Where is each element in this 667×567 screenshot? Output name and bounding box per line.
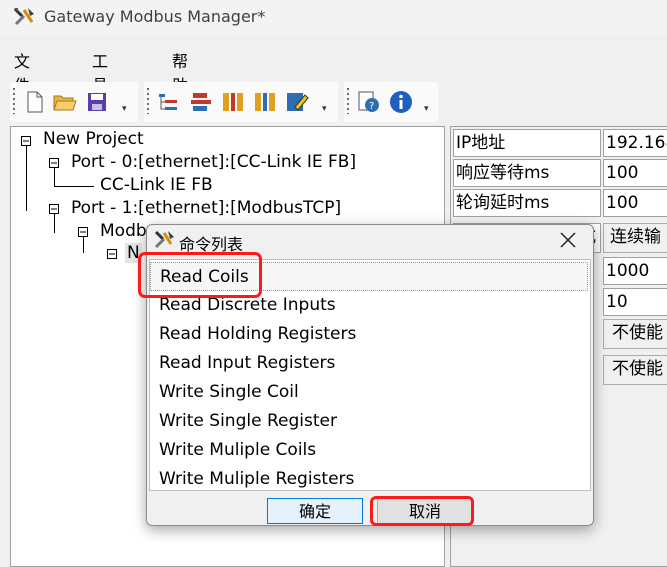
command-item[interactable]: Write Single Register bbox=[150, 407, 588, 436]
property-label: 响应等待ms bbox=[453, 159, 601, 187]
tools-app-icon bbox=[154, 230, 174, 249]
ok-button[interactable]: 确定 bbox=[267, 498, 363, 524]
tree-item-project[interactable]: New Project bbox=[43, 129, 144, 149]
save-icon[interactable] bbox=[84, 89, 110, 115]
command-item[interactable]: Read Input Registers bbox=[150, 349, 588, 378]
svg-text:?: ? bbox=[369, 101, 374, 112]
command-item[interactable]: Write Single Coil bbox=[150, 378, 588, 407]
value-field[interactable]: 1000 bbox=[603, 257, 667, 285]
tree-connector bbox=[54, 186, 94, 187]
command-item[interactable]: Read Holding Registers bbox=[150, 320, 588, 349]
command-item[interactable]: Write Muliple Registers bbox=[150, 465, 588, 494]
annotation-highlight bbox=[370, 496, 474, 526]
toolbar-grip[interactable] bbox=[13, 88, 15, 114]
collapse-icon[interactable] bbox=[107, 249, 117, 259]
response-wait-field[interactable]: 100 bbox=[603, 159, 667, 187]
window-title: Gateway Modbus Manager* bbox=[44, 7, 266, 26]
chevron-down-icon[interactable]: ▾ bbox=[424, 104, 429, 114]
enable-dropdown[interactable]: 不使能 bbox=[603, 319, 667, 349]
property-label: IP地址 bbox=[453, 129, 601, 157]
title-bar: Gateway Modbus Manager* bbox=[0, 0, 667, 34]
value-field[interactable]: 10 bbox=[603, 288, 667, 316]
annotation-highlight bbox=[138, 252, 262, 298]
ip-address-field[interactable]: 192.168 bbox=[603, 129, 667, 157]
enable-dropdown[interactable]: 不使能 bbox=[603, 355, 667, 385]
close-icon[interactable] bbox=[557, 229, 579, 251]
toolbar-grip[interactable] bbox=[147, 88, 149, 114]
collapse-icon[interactable] bbox=[21, 136, 31, 146]
toolbar-grip[interactable] bbox=[347, 88, 349, 114]
read-write-icon[interactable] bbox=[220, 89, 246, 115]
chevron-down-icon[interactable]: ▾ bbox=[322, 104, 327, 114]
add-port-icon[interactable] bbox=[156, 89, 182, 115]
mode-dropdown[interactable]: 连续输 bbox=[603, 223, 667, 253]
toolbar-device: ▾ bbox=[144, 82, 338, 122]
write-icon[interactable] bbox=[252, 89, 278, 115]
edit-icon[interactable] bbox=[284, 89, 310, 115]
tools-app-icon bbox=[13, 7, 34, 26]
poll-delay-field[interactable]: 100 bbox=[603, 189, 667, 217]
tree-connector bbox=[26, 141, 27, 211]
help-doc-icon[interactable]: ? bbox=[356, 89, 382, 115]
property-label: 轮询延时ms bbox=[453, 189, 601, 217]
open-folder-icon[interactable] bbox=[52, 89, 78, 115]
add-device-icon[interactable] bbox=[188, 89, 214, 115]
collapse-icon[interactable] bbox=[49, 204, 59, 214]
tree-item-port1[interactable]: Port - 1:[ethernet]:[ModbusTCP] bbox=[71, 198, 341, 218]
tree-item-modbus[interactable]: Modb bbox=[100, 221, 147, 241]
command-item[interactable]: Write Muliple Coils bbox=[150, 436, 588, 465]
tree-item-port0[interactable]: Port - 0:[ethernet]:[CC-Link IE FB] bbox=[71, 152, 356, 172]
collapse-icon[interactable] bbox=[49, 158, 59, 168]
chevron-down-icon[interactable]: ▾ bbox=[122, 104, 127, 114]
new-file-icon[interactable] bbox=[22, 89, 48, 115]
collapse-icon[interactable] bbox=[78, 227, 88, 237]
toolbar-file: ▾ bbox=[10, 82, 138, 122]
info-icon[interactable] bbox=[388, 89, 414, 115]
toolbar-help: ? ▾ bbox=[344, 82, 438, 122]
tree-item-cclink[interactable]: CC-Link IE FB bbox=[100, 175, 213, 195]
